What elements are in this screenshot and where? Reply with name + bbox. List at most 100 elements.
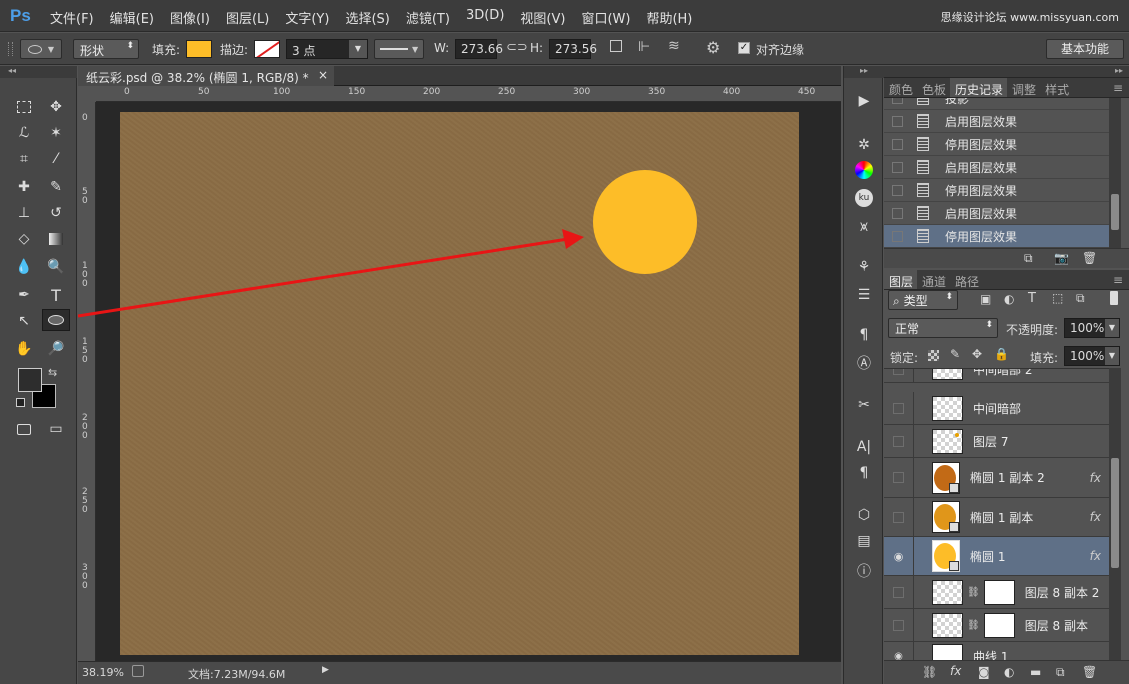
layer-row-selected[interactable]: ◉ 椭圆 1 fx bbox=[884, 537, 1109, 576]
character-style-icon[interactable]: Ⓐ bbox=[852, 352, 876, 374]
history-scrollbar[interactable] bbox=[1109, 98, 1121, 248]
tool-presets-icon[interactable]: ✂ bbox=[852, 394, 876, 416]
visibility-toggle[interactable] bbox=[884, 498, 914, 536]
new-document-icon[interactable]: ⧉ bbox=[1024, 251, 1033, 266]
search-icon: ⌕ bbox=[893, 294, 900, 308]
history-item[interactable]: 启用图层效果 bbox=[884, 202, 1109, 225]
tab-swatches[interactable]: 色板 bbox=[917, 78, 950, 97]
lock-transparency-icon[interactable] bbox=[928, 350, 939, 361]
opacity-value: 100% bbox=[1070, 321, 1105, 335]
tab-color[interactable]: 颜色 bbox=[884, 78, 917, 97]
visibility-toggle[interactable] bbox=[884, 425, 914, 457]
chevron-down-icon: ▼ bbox=[1105, 347, 1119, 365]
layer-row[interactable]: 椭圆 1 副本 fx bbox=[884, 498, 1109, 537]
history-item[interactable]: 投影 bbox=[884, 98, 1109, 110]
kuler-icon[interactable]: ku bbox=[852, 187, 876, 209]
filter-shape-icon[interactable]: ⬚ bbox=[1052, 291, 1063, 305]
folder-icon[interactable]: ▬ bbox=[1030, 665, 1041, 679]
fx-icon[interactable]: fx bbox=[1090, 549, 1101, 563]
layers-panel-tabs: 图层 通道 路径 ≡ bbox=[884, 270, 1129, 290]
add-mask-icon[interactable]: ◙ bbox=[978, 665, 990, 679]
color-wheel-icon[interactable] bbox=[852, 159, 876, 181]
layer-row[interactable]: 图层 7 bbox=[884, 425, 1109, 458]
layer-name: 椭圆 1 副本 2 bbox=[970, 471, 1045, 485]
layer-thumbnail bbox=[932, 501, 960, 533]
lock-label: 锁定: bbox=[890, 351, 919, 365]
character-icon[interactable]: A| bbox=[852, 436, 876, 458]
camera-icon[interactable]: 📷 bbox=[1054, 251, 1069, 265]
filter-pixel-icon[interactable]: ▣ bbox=[980, 292, 991, 306]
layer-row[interactable]: ⛓ 图层 8 副本 bbox=[884, 609, 1109, 642]
opacity-input[interactable]: 100% ▼ bbox=[1064, 318, 1120, 338]
brush-settings-icon[interactable]: ☰ bbox=[852, 284, 876, 306]
chain-link-icon[interactable]: ⛓ bbox=[967, 620, 980, 631]
chain-link-icon[interactable]: ⛓ bbox=[967, 587, 980, 598]
brush-presets-icon[interactable]: ⚘ bbox=[852, 256, 876, 278]
visibility-toggle[interactable] bbox=[884, 576, 914, 608]
fill-input[interactable]: 100% ▼ bbox=[1064, 346, 1120, 366]
scrollbar-thumb[interactable] bbox=[1111, 194, 1119, 230]
paragraph-icon[interactable]: ¶ bbox=[852, 462, 876, 484]
3d-icon[interactable]: ⬡ bbox=[852, 504, 876, 526]
properties-icon[interactable]: ▤ bbox=[852, 530, 876, 552]
layer-mask-thumbnail[interactable] bbox=[983, 579, 1015, 605]
lock-all-icon[interactable]: 🔒 bbox=[994, 347, 1009, 361]
adjustment-layer-icon[interactable]: ◐ bbox=[1004, 665, 1014, 679]
layer-thumbnail bbox=[932, 428, 963, 454]
panel-menu-icon[interactable]: ≡ bbox=[1108, 78, 1129, 97]
history-item[interactable]: 停用图层效果 bbox=[884, 133, 1109, 156]
layer-row[interactable]: ◉ 曲线 1 bbox=[884, 642, 1109, 660]
paragraph-style-icon[interactable]: ¶ bbox=[852, 324, 876, 346]
tab-history[interactable]: 历史记录 bbox=[950, 78, 1008, 97]
link-layers-icon[interactable]: ⛓ bbox=[922, 665, 937, 679]
layer-name: 图层 7 bbox=[973, 434, 1009, 449]
tab-adjustments[interactable]: 调整 bbox=[1007, 78, 1040, 97]
layer-row[interactable]: 中间暗部 2 bbox=[884, 369, 1109, 383]
layer-name: 中间暗部 bbox=[973, 401, 1022, 416]
tab-layers[interactable]: 图层 bbox=[884, 270, 918, 289]
scrollbar-thumb[interactable] bbox=[1111, 458, 1119, 568]
history-item[interactable]: 启用图层效果 bbox=[884, 156, 1109, 179]
navigator-icon[interactable]: ✲ bbox=[852, 134, 876, 156]
layer-name: 图层 8 副本 bbox=[1024, 618, 1088, 633]
trash-icon[interactable]: 🗑 bbox=[1082, 251, 1097, 265]
fx-icon[interactable]: fx bbox=[950, 664, 961, 678]
lock-position-icon[interactable]: ✥ bbox=[972, 347, 982, 361]
info-icon[interactable]: ⓘ bbox=[852, 560, 876, 582]
blend-mode-select[interactable]: 正常 ⬍ bbox=[888, 318, 998, 338]
collapse-icon[interactable]: ▸▸ bbox=[844, 66, 884, 78]
fx-icon[interactable]: fx bbox=[1090, 471, 1101, 485]
layer-mask-thumbnail[interactable] bbox=[983, 612, 1015, 638]
layer-row[interactable]: 椭圆 1 副本 2 fx bbox=[884, 458, 1109, 498]
filter-smart-object-icon[interactable]: ⧉ bbox=[1076, 291, 1085, 306]
trash-icon[interactable]: 🗑 bbox=[1082, 665, 1097, 679]
panel-menu-icon[interactable]: ≡ bbox=[1108, 270, 1129, 289]
play-actions-icon[interactable]: ▶ bbox=[852, 90, 876, 112]
tab-channels[interactable]: 通道 bbox=[917, 270, 950, 289]
collapse-icon[interactable]: ▸▸ bbox=[1109, 66, 1129, 77]
layer-row[interactable]: ⛓ 图层 8 副本 2 bbox=[884, 576, 1109, 609]
filter-adjustment-icon[interactable]: ◐ bbox=[1004, 292, 1014, 306]
visibility-toggle[interactable] bbox=[884, 392, 914, 424]
history-item[interactable]: 停用图层效果 bbox=[884, 179, 1109, 202]
layer-row[interactable]: 中间暗部 bbox=[884, 392, 1109, 425]
layers-scrollbar[interactable] bbox=[1109, 368, 1121, 660]
lock-pixels-icon[interactable]: ✎ bbox=[950, 347, 960, 361]
histogram-icon[interactable]: ⩙ bbox=[852, 216, 876, 238]
filter-toggle[interactable] bbox=[1110, 291, 1118, 305]
visibility-toggle[interactable] bbox=[884, 609, 914, 641]
layer-thumbnail bbox=[932, 612, 963, 638]
visibility-toggle[interactable]: ◉ bbox=[884, 537, 914, 575]
filter-type-icon[interactable]: T bbox=[1028, 291, 1036, 306]
visibility-toggle[interactable] bbox=[884, 458, 914, 497]
new-layer-icon[interactable]: ⧉ bbox=[1056, 665, 1065, 680]
panel-collapse-bar: ▸▸ bbox=[884, 66, 1129, 78]
tab-paths[interactable]: 路径 bbox=[950, 270, 983, 289]
tab-styles[interactable]: 样式 bbox=[1040, 78, 1073, 97]
updown-icon: ⬍ bbox=[945, 292, 953, 302]
fx-icon[interactable]: fx bbox=[1090, 510, 1101, 524]
layer-filter-select[interactable]: ⌕ 类型 ⬍ bbox=[888, 290, 958, 310]
history-panel-tabs: 颜色 色板 历史记录 调整 样式 ≡ bbox=[884, 78, 1129, 98]
history-item[interactable]: 启用图层效果 bbox=[884, 110, 1109, 133]
history-item-selected[interactable]: 停用图层效果 bbox=[884, 225, 1109, 248]
